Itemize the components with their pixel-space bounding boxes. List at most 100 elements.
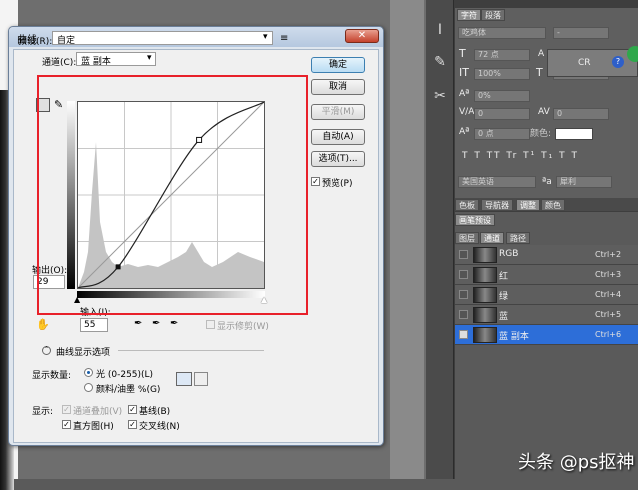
visibility-toggle[interactable] <box>459 270 468 279</box>
eye-icon[interactable] <box>459 330 468 339</box>
preset-menu-icon[interactable]: ≡ <box>280 33 288 44</box>
antialias-icon: ªa <box>542 177 552 187</box>
watermark: 头条 @ps抠神 <box>518 452 635 473</box>
channel-thumbnail <box>473 267 497 283</box>
baseline-shift-icon: Aª <box>459 127 470 137</box>
channel-name: 绿 <box>499 292 509 302</box>
vertical-scale-icon: IT <box>459 66 469 79</box>
mini-window-label: CR <box>578 58 591 68</box>
visibility-toggle[interactable] <box>459 290 468 299</box>
chevron-down-icon: ▾ <box>263 32 268 42</box>
channel-overlay-checkbox[interactable]: ✓ <box>62 405 71 414</box>
channel-shortcut: Ctrl+6 <box>595 330 622 339</box>
pigment-label: 颜料/油墨 %(G) <box>96 385 161 395</box>
character-panel-icon[interactable]: Ⅰ <box>430 20 450 40</box>
black-eyedropper-icon[interactable]: ✒ <box>134 318 142 329</box>
tab-color[interactable]: 颜色 <box>541 199 565 211</box>
channel-select[interactable]: 蓝 副本 ▾ <box>76 52 156 67</box>
mini-window[interactable]: CR ? <box>547 46 638 77</box>
close-button[interactable]: ✕ <box>345 29 379 43</box>
channel-overlay-label: 通道叠加(V) <box>73 407 123 417</box>
baseline-checkbox[interactable]: ✓ <box>128 405 137 414</box>
baseline-icon: Aª <box>459 89 470 99</box>
channel-row-green[interactable]: 绿 Ctrl+4 <box>455 285 638 305</box>
channel-row-blue-copy[interactable]: 蓝 副本 Ctrl+6 <box>455 325 638 345</box>
brush-tool-icon[interactable]: ✎ <box>430 52 450 72</box>
font-style-select[interactable]: - <box>553 27 609 39</box>
divider <box>118 350 264 351</box>
font-size-field[interactable]: 72 点 <box>474 49 530 61</box>
preset-value: 自定 <box>57 36 76 46</box>
light-radio[interactable] <box>84 368 93 377</box>
channel-shortcut: Ctrl+5 <box>595 310 622 319</box>
preview-checkbox[interactable]: ✓ <box>311 177 320 186</box>
tab-layers[interactable]: 图层 <box>455 232 479 244</box>
channel-row-blue[interactable]: 蓝 Ctrl+5 <box>455 305 638 325</box>
preset-select[interactable]: 自定 ▾ <box>52 31 273 46</box>
channel-label: 通道(C): <box>42 58 77 68</box>
histogram-checkbox[interactable]: ✓ <box>62 420 71 429</box>
channel-name: 蓝 <box>499 312 509 322</box>
cancel-button[interactable]: 取消 <box>311 79 365 95</box>
collapse-icon[interactable]: ˄ <box>42 346 51 355</box>
curve-options-heading: 曲线显示选项 <box>56 348 111 358</box>
tab-swatches[interactable]: 色板 <box>455 199 479 211</box>
language-select[interactable]: 美国英语 <box>458 176 536 188</box>
visibility-toggle[interactable] <box>459 310 468 319</box>
auto-button[interactable]: 自动(A) <box>311 129 365 145</box>
antialias-select[interactable]: 犀利 <box>556 176 612 188</box>
channel-row-rgb[interactable]: RGB Ctrl+2 <box>455 245 638 265</box>
channel-name: 蓝 副本 <box>499 332 529 342</box>
tab-character[interactable]: 字符 <box>457 9 481 21</box>
show-clipping-checkbox[interactable] <box>206 320 215 329</box>
pigment-radio[interactable] <box>84 383 93 392</box>
white-eyedropper-icon[interactable]: ✒ <box>170 318 178 329</box>
light-label: 光 (0-255)(L) <box>96 370 154 380</box>
preview-label: 预览(P) <box>322 179 353 189</box>
channel-shortcut: Ctrl+2 <box>595 250 622 259</box>
status-indicator-icon <box>627 46 638 62</box>
kerning-icon: V/A <box>459 107 475 117</box>
preset-label: 预设(R): <box>18 37 53 47</box>
channel-thumbnail <box>473 247 497 263</box>
tools-icon[interactable]: ✂ <box>430 86 450 106</box>
font-family-select[interactable]: 吃鸡体 <box>458 27 546 39</box>
channel-value: 蓝 副本 <box>81 57 111 67</box>
channel-thumbnail <box>473 307 497 323</box>
channel-thumbnail <box>473 287 497 303</box>
baseline-label: 基线(B) <box>139 407 171 417</box>
hand-icon[interactable]: ✋ <box>36 318 50 331</box>
baseline-percent-field[interactable]: 0% <box>474 90 530 102</box>
intersection-checkbox[interactable]: ✓ <box>128 420 137 429</box>
tab-paths[interactable]: 路径 <box>506 232 530 244</box>
tab-navigator[interactable]: 导航器 <box>481 199 513 211</box>
kerning-field[interactable]: 0 <box>474 108 530 120</box>
text-color-swatch[interactable] <box>555 128 593 140</box>
tab-channels[interactable]: 通道 <box>480 232 504 244</box>
tracking-field[interactable]: 0 <box>553 108 609 120</box>
tab-adjustments[interactable]: 调整 <box>516 199 540 211</box>
vertical-scale-field[interactable]: 100% <box>474 68 530 80</box>
channel-name: 红 <box>499 272 509 282</box>
visibility-toggle[interactable] <box>459 250 468 259</box>
text-style-buttons[interactable]: T T TT Tr T¹ T₁ T T <box>462 150 579 162</box>
channel-shortcut: Ctrl+4 <box>595 290 622 299</box>
tab-brush-presets[interactable]: 画笔预设 <box>455 214 495 226</box>
grid-10x10-button[interactable] <box>194 372 208 386</box>
intersection-label: 交叉线(N) <box>139 422 180 432</box>
input-field[interactable]: 55 <box>80 318 108 332</box>
gray-eyedropper-icon[interactable]: ✒ <box>152 318 160 329</box>
baseline-shift-field[interactable]: 0 点 <box>474 128 530 140</box>
canvas-scroll-strip[interactable] <box>390 0 424 479</box>
ok-button[interactable]: 确定 <box>311 57 365 73</box>
show-amount-label: 显示数量: <box>32 371 72 381</box>
channel-thumbnail <box>473 327 497 343</box>
grid-4x4-button[interactable] <box>176 372 192 386</box>
color-label: 颜色: <box>530 129 552 139</box>
tab-paragraph[interactable]: 段落 <box>481 9 505 21</box>
channel-row-red[interactable]: 红 Ctrl+3 <box>455 265 638 285</box>
smooth-button[interactable]: 平滑(M) <box>311 104 365 120</box>
help-icon[interactable]: ? <box>612 56 624 68</box>
options-button[interactable]: 选项(T)... <box>311 151 365 167</box>
chevron-down-icon: ▾ <box>147 53 152 63</box>
